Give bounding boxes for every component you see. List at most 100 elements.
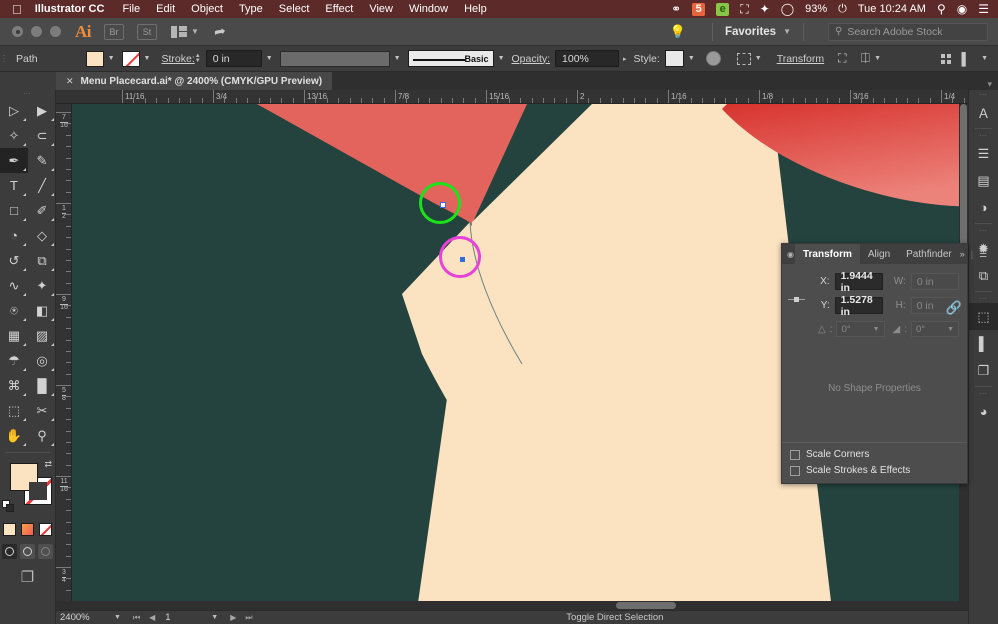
chevron-double-right-icon[interactable]: » (960, 249, 965, 259)
draw-behind-button[interactable] (20, 544, 35, 559)
transform-link[interactable]: Transform (777, 53, 824, 65)
pen-tool[interactable]: ✒ (0, 148, 28, 173)
menu-effect[interactable]: Effect (325, 3, 353, 15)
column-graph-tool[interactable]: █ (28, 373, 56, 398)
chevron-down-icon[interactable]: ▼ (144, 55, 151, 62)
menu-edit[interactable]: Edit (156, 3, 175, 15)
perspective-grid-tool[interactable]: ◧ (28, 298, 56, 323)
align-panel-icon[interactable]: ▌ (962, 52, 971, 66)
tab-align[interactable]: Align (860, 244, 898, 264)
menu-select[interactable]: Select (279, 3, 310, 15)
eraser-tool[interactable]: ◇ (28, 223, 56, 248)
mesh-tool[interactable]: ▦ (0, 323, 28, 348)
opacity-input[interactable]: 100% (555, 50, 619, 67)
battery-charging-icon[interactable]: ⏻ (838, 4, 847, 15)
chevron-down-icon[interactable]: ▼ (498, 55, 505, 62)
vertical-ruler[interactable]: 7161291658111634 (56, 104, 72, 610)
opacity-label[interactable]: Opacity: (512, 53, 551, 65)
gradient-panel-icon[interactable]: ▤ (969, 167, 998, 194)
menu-app-name[interactable]: Illustrator CC (35, 3, 105, 15)
rocket-icon[interactable]: ➦ (213, 22, 228, 41)
zoom-level-input[interactable]: 2400% (56, 611, 108, 624)
fill-swatch[interactable] (86, 51, 104, 67)
transparency-panel-icon[interactable]: ◑ (969, 194, 998, 221)
arrange-documents-button[interactable]: ▼ (171, 26, 199, 38)
x-input[interactable]: 1.9444 in (835, 273, 883, 290)
select-similar-objects-icon[interactable]: ⎅ (861, 51, 871, 66)
chevron-down-icon[interactable]: ▼ (394, 55, 401, 62)
menu-clock[interactable]: Tue 10:24 AM (858, 4, 926, 15)
bluetooth-icon[interactable]: ✦ (760, 3, 770, 15)
workspace-switcher[interactable]: Favorites (725, 26, 776, 38)
magic-wand-tool[interactable]: ✧ (0, 123, 28, 148)
chevron-down-icon[interactable]: ▼ (874, 55, 881, 62)
paragraph-panel-icon[interactable]: ☰ (969, 140, 998, 167)
menu-window[interactable]: Window (409, 3, 448, 15)
chevron-down-icon[interactable]: ▼ (266, 55, 273, 62)
wifi-icon[interactable]: ◯ (781, 3, 794, 15)
search-input[interactable]: ⚲ Search Adobe Stock (828, 23, 988, 41)
scale-corners-row[interactable]: Scale Corners (790, 449, 959, 460)
rotate-angle-input[interactable]: 0° ▼ (836, 321, 884, 337)
dock-group-grip[interactable]: ⋯ (969, 389, 998, 398)
first-page-icon[interactable]: ⏮ (133, 613, 140, 623)
gradient-swatch-button[interactable] (21, 523, 34, 536)
evernote-icon[interactable]: e (716, 3, 729, 16)
scale-strokes-checkbox[interactable] (790, 466, 800, 476)
battery-percent[interactable]: 93% (805, 4, 827, 15)
free-transform-tool[interactable]: ✦ (28, 273, 56, 298)
chevron-down-icon[interactable]: ▼ (755, 55, 762, 62)
link-broken-icon[interactable]: 🔗 (946, 300, 962, 316)
spotlight-search-icon[interactable]: ⚲ (937, 3, 946, 15)
hand-tool[interactable]: ✋ (0, 423, 28, 448)
chevron-down-icon[interactable]: ▼ (947, 326, 954, 333)
gradient-tool[interactable]: ▨ (28, 323, 56, 348)
default-fill-stroke-icon[interactable] (2, 500, 15, 513)
zoom-tool[interactable]: ⚲ (28, 423, 56, 448)
dock-group-grip[interactable]: ⋯ (969, 294, 998, 303)
menu-help[interactable]: Help (464, 3, 487, 15)
rotate-tool[interactable]: ↺ (0, 248, 28, 273)
recolor-artwork-icon[interactable] (706, 51, 721, 66)
notification-center-icon[interactable]: ☰ (978, 3, 989, 15)
stock-button[interactable]: St (137, 24, 157, 40)
next-page-icon[interactable]: ▶ (230, 613, 236, 622)
line-segment-tool[interactable]: ╱ (28, 173, 56, 198)
panel-menu-icon[interactable]: ☰ (979, 249, 987, 260)
chevron-down-icon[interactable]: ▼ (873, 326, 880, 333)
dock-grip[interactable]: ⋯ (969, 90, 998, 99)
direct-selection-tool[interactable]: ▶ (28, 98, 56, 123)
stroke-stepper[interactable]: ▲▼ (195, 54, 201, 64)
symbols-panel-icon[interactable]: ⧉ (969, 262, 998, 289)
html5-icon[interactable]: 5 (692, 3, 705, 16)
none-swatch-button[interactable] (39, 523, 52, 536)
artboard-tool[interactable]: ⬚ (0, 398, 28, 423)
shape-builder-tool[interactable]: ⍟ (0, 298, 28, 323)
opacity-expand-icon[interactable]: ▸ (623, 55, 627, 63)
paintbrush-tool[interactable]: ✐ (28, 198, 56, 223)
stroke-label[interactable]: Stroke: (161, 53, 194, 65)
align-panel-icon[interactable]: ▌ (969, 330, 998, 357)
chevron-down-icon[interactable]: ▼ (688, 55, 695, 62)
shear-angle-input[interactable]: 0° ▼ (911, 321, 959, 337)
horizontal-scroll-thumb[interactable] (616, 602, 676, 609)
select-similar-icon[interactable] (737, 53, 751, 65)
panel-collapse-icon[interactable]: ◉ (787, 250, 794, 259)
curvature-tool[interactable]: ✎ (28, 148, 56, 173)
color-swatch-button[interactable] (3, 523, 16, 536)
distribute-icon[interactable] (941, 54, 951, 64)
tab-pathfinder[interactable]: Pathfinder (898, 244, 960, 264)
zoom-chevron-down-icon[interactable]: ▼ (108, 614, 127, 621)
menu-object[interactable]: Object (191, 3, 223, 15)
w-input[interactable]: 0 in (911, 273, 959, 290)
scale-corners-checkbox[interactable] (790, 450, 800, 460)
stroke-swatch[interactable] (122, 51, 140, 67)
draw-normal-button[interactable] (2, 544, 17, 559)
menu-type[interactable]: Type (239, 3, 263, 15)
dock-group-grip[interactable]: ⋯ (969, 131, 998, 140)
prev-page-icon[interactable]: ◀ (149, 613, 155, 622)
eyedropper-tool[interactable]: ☂ (0, 348, 28, 373)
chevron-down-icon[interactable]: ▼ (783, 27, 791, 36)
scale-strokes-row[interactable]: Scale Strokes & Effects (790, 465, 959, 476)
siri-icon[interactable]: ◉ (957, 3, 967, 15)
